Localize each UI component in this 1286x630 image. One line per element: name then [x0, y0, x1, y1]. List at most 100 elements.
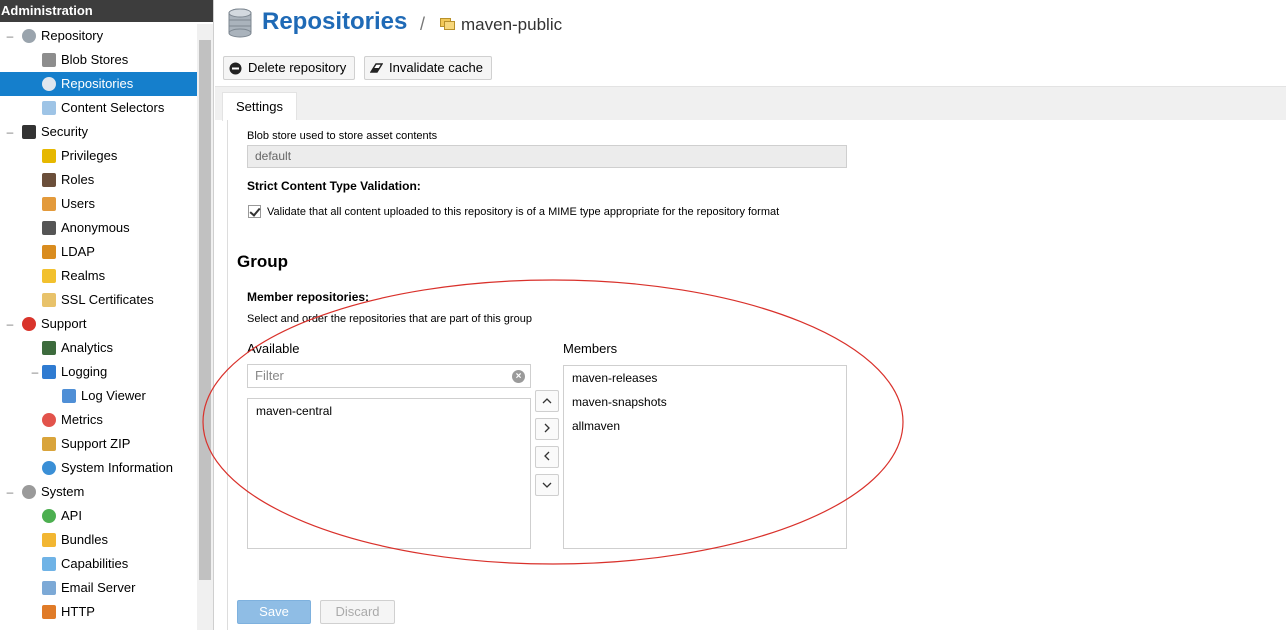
- members-list[interactable]: maven-releases maven-snapshots allmaven: [563, 365, 847, 549]
- clear-filter-icon[interactable]: ×: [512, 370, 525, 383]
- invalidate-cache-button[interactable]: Invalidate cache: [364, 56, 492, 80]
- blob-store-label: Blob store used to store asset contents: [247, 130, 438, 142]
- anonymous-icon: [42, 221, 56, 235]
- sidebar-item-label: API: [61, 508, 82, 523]
- sidebar-item-ldap[interactable]: LDAP: [0, 240, 197, 264]
- sidebar-item-ssl-certificates[interactable]: SSL Certificates: [0, 288, 197, 312]
- page-title[interactable]: Repositories: [262, 8, 407, 36]
- gear-icon: [22, 485, 36, 499]
- sidebar-item-roles[interactable]: Roles: [0, 168, 197, 192]
- admin-nav-tree: – Repository Blob Stores Repositories Conten…: [0, 24, 197, 624]
- breadcrumb-repository-name: maven-public: [461, 15, 563, 34]
- globe-icon: [42, 461, 56, 475]
- collapse-toggle-icon[interactable]: –: [5, 120, 15, 144]
- sidebar-item-api[interactable]: API: [0, 504, 197, 528]
- move-down-button[interactable]: [535, 474, 559, 496]
- list-item[interactable]: maven-central: [256, 404, 332, 418]
- sidebar-item-label: Repositories: [61, 76, 134, 91]
- sidebar-item-metrics[interactable]: Metrics: [0, 408, 197, 432]
- sidebar-item-support-zip[interactable]: Support ZIP: [0, 432, 197, 456]
- sidebar-item-label: Analytics: [61, 340, 114, 355]
- sidebar-item-label: HTTP: [61, 604, 95, 619]
- strict-validation-checkbox[interactable]: [248, 205, 261, 218]
- tab-settings[interactable]: Settings: [222, 92, 297, 121]
- database-icon: [42, 77, 56, 91]
- sidebar-item-label: System: [41, 484, 85, 499]
- repository-folder-icon: [440, 18, 455, 30]
- sidebar-item-content-selectors[interactable]: Content Selectors: [0, 96, 197, 120]
- sidebar-item-capabilities[interactable]: Capabilities: [0, 552, 197, 576]
- sidebar-item-log-viewer[interactable]: Log Viewer: [0, 384, 197, 408]
- sidebar-item-system[interactable]: – System: [0, 480, 197, 504]
- move-up-button[interactable]: [535, 390, 559, 412]
- sidebar-item-bundles[interactable]: Bundles: [0, 528, 197, 552]
- collapse-toggle-icon[interactable]: –: [30, 360, 40, 384]
- sidebar-item-label: Roles: [61, 172, 95, 187]
- sidebar-scrollbar[interactable]: [197, 24, 213, 630]
- sidebar-item-system-information[interactable]: System Information: [0, 456, 197, 480]
- sidebar-item-label: System Information: [61, 460, 173, 475]
- sidebar-item-security[interactable]: – Security: [0, 120, 197, 144]
- sidebar-item-repositories[interactable]: Repositories: [0, 72, 197, 96]
- main-content: Repositories / maven-public Delete repos…: [215, 0, 1286, 630]
- strict-validation-checkbox-label[interactable]: Validate that all content uploaded to th…: [267, 206, 779, 218]
- log-scroll-icon: [62, 389, 76, 403]
- sidebar-item-analytics[interactable]: Analytics: [0, 336, 197, 360]
- available-list[interactable]: maven-central: [247, 398, 531, 549]
- sidebar-item-email-server[interactable]: Email Server: [0, 576, 197, 600]
- available-filter-input[interactable]: Filter ×: [247, 364, 531, 388]
- strict-validation-label: Strict Content Type Validation:: [247, 179, 421, 193]
- collapse-toggle-icon[interactable]: –: [5, 24, 15, 48]
- sidebar-item-label: Logging: [61, 364, 108, 379]
- cube-icon: [42, 557, 56, 571]
- sidebar-item-realms[interactable]: Realms: [0, 264, 197, 288]
- collapse-toggle-icon[interactable]: –: [5, 312, 15, 336]
- save-button[interactable]: Save: [237, 600, 311, 624]
- users-icon: [42, 197, 56, 211]
- ldap-book-icon: [42, 245, 56, 259]
- sidebar-item-label: SSL Certificates: [61, 292, 154, 307]
- sidebar-item-users[interactable]: Users: [0, 192, 197, 216]
- delete-repository-label: Delete repository: [248, 60, 347, 75]
- blob-store-field: default: [247, 145, 847, 168]
- list-item[interactable]: maven-releases: [572, 371, 657, 385]
- shield-icon: [42, 269, 56, 283]
- discard-button[interactable]: Discard: [320, 600, 395, 624]
- chevron-down-icon: [542, 482, 552, 488]
- add-to-members-button[interactable]: [535, 418, 559, 440]
- sidebar-item-label: Users: [61, 196, 95, 211]
- certificate-icon: [42, 293, 56, 307]
- invalidate-cache-label: Invalidate cache: [389, 60, 483, 75]
- member-repositories-help: Select and order the repositories that a…: [247, 313, 532, 325]
- sidebar-item-logging[interactable]: – Logging: [0, 360, 197, 384]
- collapse-toggle-icon[interactable]: –: [5, 480, 15, 504]
- delete-repository-button[interactable]: Delete repository: [223, 56, 356, 80]
- eraser-icon: [370, 63, 383, 73]
- database-icon: [22, 29, 36, 43]
- database-icon: [228, 8, 252, 38]
- content-selector-icon: [42, 101, 56, 115]
- sidebar-item-support[interactable]: – Support: [0, 312, 197, 336]
- sidebar-item-anonymous[interactable]: Anonymous: [0, 216, 197, 240]
- minus-circle-icon: [229, 62, 242, 75]
- sidebar-item-label: Repository: [41, 28, 104, 43]
- logging-book-icon: [42, 365, 56, 379]
- blob-store-icon: [42, 53, 56, 67]
- sidebar-item-blob-stores[interactable]: Blob Stores: [0, 48, 197, 72]
- analytics-monitor-icon: [42, 341, 56, 355]
- security-badge-icon: [22, 125, 36, 139]
- list-item[interactable]: maven-snapshots: [572, 395, 667, 409]
- filter-placeholder: Filter: [255, 368, 284, 383]
- sidebar-item-label: Security: [41, 124, 88, 139]
- settings-form: Blob store used to store asset contents …: [227, 120, 1286, 630]
- remove-from-members-button[interactable]: [535, 446, 559, 468]
- sidebar-item-privileges[interactable]: Privileges: [0, 144, 197, 168]
- list-item[interactable]: allmaven: [572, 419, 620, 433]
- sidebar-item-label: Bundles: [61, 532, 108, 547]
- sidebar-item-repository[interactable]: – Repository: [0, 24, 197, 48]
- sidebar-item-label: Privileges: [61, 148, 118, 163]
- sidebar-item-http[interactable]: HTTP: [0, 600, 197, 624]
- sidebar-scroll-thumb[interactable]: [199, 40, 211, 580]
- members-label: Members: [563, 341, 618, 356]
- sidebar-item-label: Log Viewer: [81, 388, 146, 403]
